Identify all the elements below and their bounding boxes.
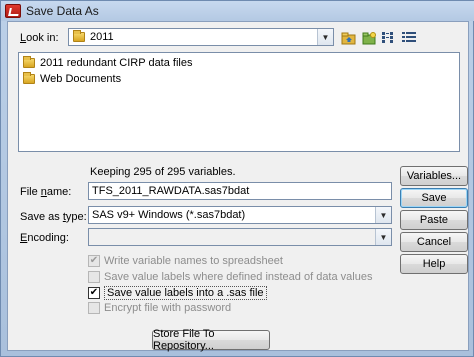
folder-icon: [23, 56, 35, 68]
option-label: Save value labels into a .sas file: [104, 286, 267, 300]
details-view-icon[interactable]: [400, 29, 418, 47]
look-in-combo[interactable]: 2011 ▼: [68, 28, 334, 46]
up-folder-icon[interactable]: [340, 29, 358, 47]
save-as-type-label: Save as type:: [20, 211, 87, 223]
save-button[interactable]: Save: [400, 188, 468, 208]
checkbox[interactable]: ✔: [88, 287, 100, 299]
option-label: Save value labels where defined instead …: [104, 271, 373, 283]
encoding-label: Encoding:: [20, 232, 69, 244]
store-file-to-repository-button[interactable]: Store File To Repository...: [152, 328, 270, 352]
look-in-label: Look in:: [20, 32, 59, 44]
encoding-select[interactable]: ▼: [88, 228, 392, 246]
file-name: 2011 redundant CIRP data files: [40, 57, 193, 69]
file-name-input[interactable]: TFS_2011_RAWDATA.sas7bdat: [88, 182, 392, 200]
write-variable-names-option[interactable]: ✔ Write variable names to spreadsheet: [88, 254, 283, 268]
checkbox[interactable]: [88, 302, 100, 314]
list-item[interactable]: Web Documents: [23, 72, 121, 86]
dialog-body: Look in: 2011 ▼ 2011 redundant CIRP data…: [7, 21, 469, 352]
save-value-labels-sas-option[interactable]: ✔ Save value labels into a .sas file: [88, 286, 267, 300]
save-value-labels-option[interactable]: Save value labels where defined instead …: [88, 270, 372, 284]
folder-icon: [73, 30, 85, 42]
app-icon: [5, 4, 21, 18]
file-name-value: TFS_2011_RAWDATA.sas7bdat: [92, 185, 250, 197]
option-label: Encrypt file with password: [104, 302, 232, 314]
checkbox[interactable]: ✔: [88, 255, 100, 267]
chevron-down-icon[interactable]: ▼: [375, 207, 391, 223]
title-bar[interactable]: Save Data As: [1, 1, 474, 21]
save-as-type-value: SAS v9+ Windows (*.sas7bdat): [92, 209, 246, 221]
option-label: Write variable names to spreadsheet: [104, 255, 283, 267]
list-view-icon[interactable]: [380, 29, 398, 47]
file-name-label: File name:: [20, 186, 72, 198]
checkbox[interactable]: [88, 271, 100, 283]
save-as-type-select[interactable]: SAS v9+ Windows (*.sas7bdat) ▼: [88, 206, 392, 224]
chevron-down-icon[interactable]: ▼: [375, 229, 391, 245]
look-in-value: 2011: [90, 31, 114, 43]
help-button[interactable]: Help: [400, 254, 468, 274]
chevron-down-icon[interactable]: ▼: [317, 29, 333, 45]
paste-button[interactable]: Paste: [400, 210, 468, 230]
file-list[interactable]: 2011 redundant CIRP data files Web Docum…: [18, 52, 460, 152]
save-data-as-dialog: Save Data As Look in: 2011 ▼ 2011 redund…: [0, 0, 474, 357]
variables-button[interactable]: Variables...: [400, 166, 468, 186]
cancel-button[interactable]: Cancel: [400, 232, 468, 252]
folder-icon: [23, 72, 35, 84]
list-item[interactable]: 2011 redundant CIRP data files: [23, 56, 192, 70]
file-name: Web Documents: [40, 73, 122, 85]
window-title: Save Data As: [26, 4, 99, 18]
keeping-variables-text: Keeping 295 of 295 variables.: [90, 166, 236, 178]
encrypt-file-option[interactable]: Encrypt file with password: [88, 301, 231, 315]
new-folder-icon[interactable]: [360, 29, 378, 47]
